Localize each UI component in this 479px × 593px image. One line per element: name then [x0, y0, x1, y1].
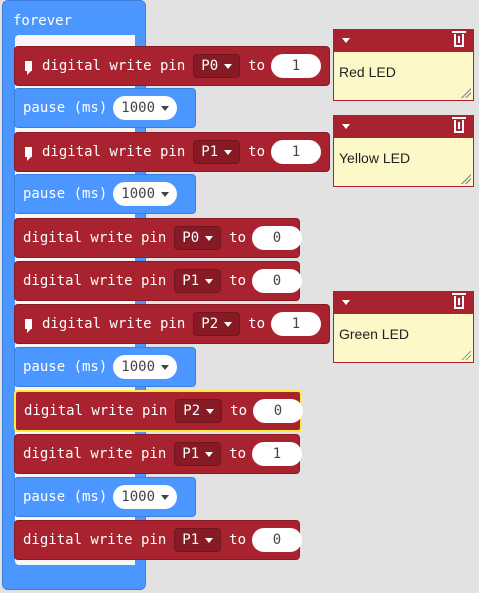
digital-write-block[interactable]: digital write pin P1 to 1: [14, 434, 303, 474]
trash-icon[interactable]: [452, 31, 466, 47]
chevron-down-icon: [161, 191, 170, 197]
value-input[interactable]: 0: [252, 226, 303, 250]
pin-dropdown[interactable]: P1: [193, 140, 241, 164]
chevron-down-icon: [224, 321, 233, 327]
pin-value: P1: [182, 273, 200, 289]
block-label: digital write pin: [24, 403, 168, 419]
value-input[interactable]: 0: [252, 269, 303, 293]
pin-value: P0: [201, 58, 219, 74]
duration-dropdown[interactable]: 1000: [113, 182, 178, 206]
chevron-down-icon: [224, 63, 233, 69]
comment-text[interactable]: Green LED: [339, 326, 409, 342]
chevron-down-icon: [161, 494, 170, 500]
pin-value: P2: [183, 403, 201, 419]
chevron-down-icon: [205, 278, 214, 284]
comment-header[interactable]: [334, 116, 473, 138]
digital-write-block[interactable]: digital write pin P2 to 1: [14, 304, 330, 344]
forever-label: forever: [13, 13, 73, 29]
duration-value: 1000: [121, 359, 156, 375]
pin-dropdown[interactable]: P1: [174, 528, 222, 552]
comment-note[interactable]: Red LED: [333, 29, 474, 101]
duration-value: 1000: [121, 186, 156, 202]
block-label: digital write pin: [23, 273, 167, 289]
collapse-caret-icon[interactable]: [342, 38, 350, 43]
comment-note[interactable]: Yellow LED: [333, 115, 474, 187]
to-label: to: [248, 58, 265, 74]
chevron-down-icon: [205, 451, 214, 457]
block-label: digital write pin: [41, 316, 186, 332]
digital-write-block[interactable]: digital write pin P1 to 1: [14, 132, 330, 172]
pin-dropdown[interactable]: P0: [193, 54, 241, 78]
block-label: digital write pin: [41, 58, 186, 74]
pause-block[interactable]: pause (ms) 1000: [14, 88, 196, 128]
resize-handle-icon[interactable]: [461, 88, 471, 98]
block-label: digital write pin: [23, 446, 167, 462]
value-input[interactable]: 1: [271, 54, 321, 78]
digital-write-block[interactable]: digital write pin P1 to 0: [14, 261, 303, 301]
block-label: digital write pin: [41, 144, 186, 160]
pin-value: P1: [201, 144, 219, 160]
comment-text[interactable]: Yellow LED: [339, 150, 410, 166]
collapse-caret-icon[interactable]: [342, 124, 350, 129]
pin-value: P0: [182, 230, 200, 246]
comment-header[interactable]: [334, 30, 473, 52]
value-input[interactable]: 1: [252, 442, 303, 466]
pause-block[interactable]: pause (ms) 1000: [14, 477, 196, 517]
digital-write-block[interactable]: digital write pin P0 to 0: [14, 218, 303, 258]
duration-value: 1000: [121, 100, 156, 116]
chevron-down-icon: [206, 408, 215, 414]
chevron-down-icon: [161, 105, 170, 111]
value-input[interactable]: 1: [271, 312, 321, 336]
to-label: to: [229, 532, 247, 548]
trash-icon[interactable]: [452, 117, 466, 133]
to-label: to: [229, 273, 247, 289]
comment-header[interactable]: [334, 292, 473, 314]
value-input[interactable]: 0: [253, 399, 304, 423]
to-label: to: [229, 446, 247, 462]
to-label: to: [230, 403, 248, 419]
pin-dropdown[interactable]: P1: [174, 442, 222, 466]
pin-dropdown[interactable]: P2: [193, 312, 241, 336]
to-label: to: [248, 144, 265, 160]
pin-dropdown[interactable]: P0: [174, 226, 222, 250]
block-label: pause (ms): [23, 489, 108, 505]
comment-icon[interactable]: [25, 319, 32, 333]
block-label: digital write pin: [23, 532, 167, 548]
digital-write-block[interactable]: digital write pin P0 to 1: [14, 46, 330, 86]
pin-dropdown[interactable]: P2: [175, 399, 223, 423]
resize-handle-icon[interactable]: [461, 174, 471, 184]
value-input[interactable]: 0: [252, 528, 303, 552]
chevron-down-icon: [205, 537, 214, 543]
value-input[interactable]: 1: [271, 140, 321, 164]
trash-icon[interactable]: [452, 293, 466, 309]
duration-dropdown[interactable]: 1000: [113, 485, 178, 509]
pause-block[interactable]: pause (ms) 1000: [14, 347, 196, 387]
comment-text[interactable]: Red LED: [339, 64, 396, 80]
comment-icon[interactable]: [25, 147, 32, 161]
resize-handle-icon[interactable]: [461, 350, 471, 360]
duration-value: 1000: [121, 489, 156, 505]
block-label: pause (ms): [23, 186, 108, 202]
comment-note[interactable]: Green LED: [333, 291, 474, 363]
duration-dropdown[interactable]: 1000: [113, 355, 178, 379]
pin-value: P2: [201, 316, 219, 332]
comment-icon[interactable]: [25, 61, 32, 75]
block-label: digital write pin: [23, 230, 167, 246]
digital-write-block[interactable]: digital write pin P1 to 0: [14, 520, 303, 560]
duration-dropdown[interactable]: 1000: [113, 96, 178, 120]
pin-dropdown[interactable]: P1: [174, 269, 222, 293]
block-label: pause (ms): [23, 100, 108, 116]
chevron-down-icon: [161, 364, 170, 370]
digital-write-block-selected[interactable]: digital write pin P2 to 0: [14, 390, 304, 432]
block-label: pause (ms): [23, 359, 108, 375]
pin-value: P1: [182, 446, 200, 462]
collapse-caret-icon[interactable]: [342, 300, 350, 305]
to-label: to: [248, 316, 265, 332]
to-label: to: [229, 230, 247, 246]
pause-block[interactable]: pause (ms) 1000: [14, 174, 196, 214]
chevron-down-icon: [205, 235, 214, 241]
chevron-down-icon: [224, 149, 233, 155]
pin-value: P1: [182, 532, 200, 548]
